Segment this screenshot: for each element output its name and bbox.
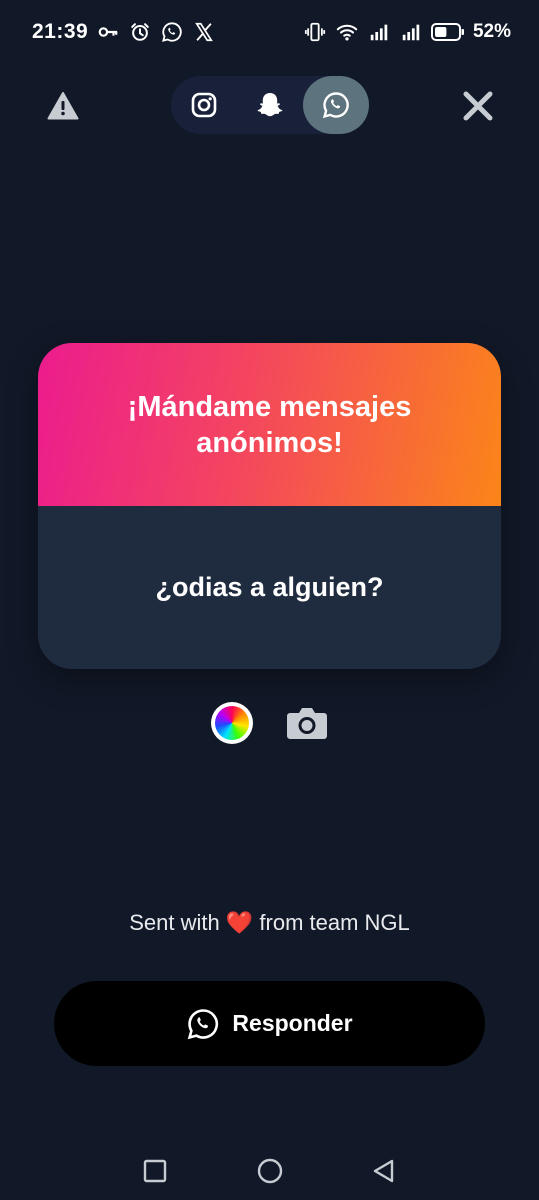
color-wheel-icon bbox=[215, 706, 249, 740]
signal-icon bbox=[399, 20, 423, 44]
whatsapp-icon bbox=[188, 1008, 219, 1039]
share-option-snapchat[interactable] bbox=[237, 76, 303, 134]
share-option-whatsapp[interactable] bbox=[303, 76, 369, 134]
system-nav-bar bbox=[0, 1144, 539, 1200]
warning-icon bbox=[47, 92, 79, 120]
reply-label: Responder bbox=[232, 1010, 353, 1036]
status-right: 52% bbox=[303, 20, 511, 44]
share-destination-selector bbox=[171, 76, 369, 134]
color-picker-button[interactable] bbox=[211, 702, 253, 744]
card-title: ¡Mándame mensajes anónimos! bbox=[127, 390, 412, 459]
share-option-instagram[interactable] bbox=[171, 76, 237, 134]
status-left: 21:39 bbox=[32, 20, 216, 44]
battery-percent: 52% bbox=[472, 21, 511, 42]
status-time: 21:39 bbox=[32, 20, 89, 43]
sent-with-text: Sent with ❤️ from team NGL bbox=[0, 910, 539, 936]
home-button[interactable] bbox=[255, 1156, 285, 1186]
signal-icon bbox=[367, 20, 391, 44]
sent-suffix: from team NGL bbox=[259, 910, 410, 935]
camera-icon bbox=[287, 708, 327, 739]
x-icon bbox=[192, 20, 216, 44]
instagram-icon bbox=[191, 92, 217, 118]
card-tools bbox=[0, 700, 539, 746]
camera-button[interactable] bbox=[284, 700, 330, 746]
card-body: ¿odias a alguien? bbox=[38, 506, 501, 669]
close-icon bbox=[463, 91, 493, 121]
card-question: ¿odias a alguien? bbox=[155, 572, 384, 602]
battery-icon bbox=[430, 20, 465, 44]
recents-button[interactable] bbox=[140, 1156, 170, 1186]
vpn-key-icon bbox=[96, 20, 120, 44]
close-button[interactable] bbox=[458, 86, 498, 126]
back-button[interactable] bbox=[369, 1156, 399, 1186]
square-icon bbox=[143, 1159, 167, 1183]
status-bar: 21:39 52% bbox=[0, 0, 539, 64]
share-toolbar bbox=[0, 76, 539, 134]
sent-prefix: Sent with bbox=[129, 910, 220, 935]
reply-button[interactable]: Responder bbox=[54, 981, 485, 1066]
alarm-icon bbox=[128, 20, 152, 44]
whatsapp-icon bbox=[322, 92, 349, 119]
ngl-share-screen: 21:39 52% ¡Mándame mensajes anónimos! ¿o… bbox=[0, 0, 539, 1200]
back-triangle-icon bbox=[373, 1159, 394, 1183]
report-button[interactable] bbox=[44, 88, 82, 124]
question-card: ¡Mándame mensajes anónimos! ¿odias a alg… bbox=[38, 343, 501, 669]
wifi-icon bbox=[335, 20, 359, 44]
snapchat-icon bbox=[257, 93, 283, 117]
heart-emoji: ❤️ bbox=[225, 910, 254, 935]
card-header: ¡Mándame mensajes anónimos! bbox=[38, 343, 501, 506]
circle-icon bbox=[257, 1158, 283, 1184]
whatsapp-icon bbox=[160, 20, 184, 44]
vibrate-icon bbox=[303, 20, 327, 44]
